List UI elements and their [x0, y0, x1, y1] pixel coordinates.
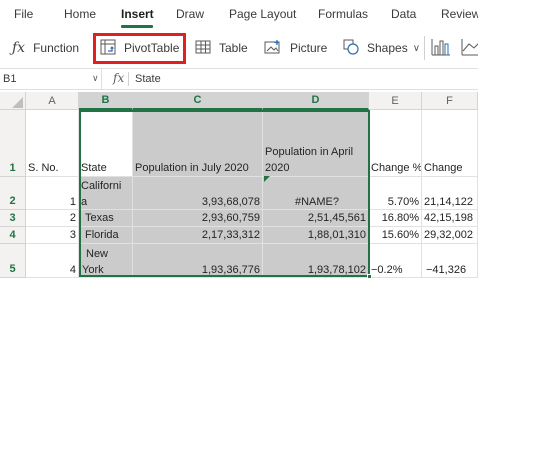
cell-c5[interactable]: 1,93,36,776 [133, 244, 263, 278]
chevron-down-icon: ∨ [412, 42, 421, 54]
fx-icon: ƒx [12, 40, 26, 56]
formula-input[interactable]: State [135, 73, 161, 85]
cell-b5-line-2: York [82, 264, 104, 276]
formula-divider [128, 72, 129, 86]
excel-window: File Home Insert Draw Page Layout Formul… [0, 0, 478, 278]
cell-f1[interactable]: Change [422, 110, 478, 177]
cell-b4[interactable]: Florida [79, 227, 133, 244]
cell-f2[interactable]: 21,14,122 [422, 177, 478, 210]
cell-a2[interactable]: 1 [26, 177, 79, 210]
cell-c3[interactable]: 2,93,60,759 [133, 210, 263, 227]
select-all-corner[interactable] [0, 92, 26, 110]
cell-e1[interactable]: Change % [369, 110, 422, 177]
column-header-f[interactable]: F [422, 92, 478, 110]
tab-draw[interactable]: Draw [176, 7, 204, 21]
line-chart-icon [461, 38, 478, 59]
column-header-d[interactable]: D [263, 92, 369, 110]
picture-icon [264, 39, 282, 58]
cell-e4[interactable]: 15.60% [369, 227, 422, 244]
tab-file[interactable]: File [14, 7, 33, 21]
active-tab-indicator [121, 25, 153, 28]
cell-e5[interactable]: −0.2% [369, 244, 422, 278]
cell-b5[interactable]: New York [79, 244, 133, 278]
picture-label: Picture [290, 41, 328, 55]
shapes-icon [343, 39, 359, 58]
select-all-triangle [12, 97, 23, 108]
cell-d1-line-2: 2020 [265, 162, 290, 174]
cell-a1[interactable]: S. No. [26, 110, 79, 177]
cell-c1[interactable]: Population in July 2020 [133, 110, 263, 177]
spreadsheet-grid[interactable]: A B C D E F 1 2 3 4 5 S. No. State Popul… [0, 92, 478, 278]
insert-ribbon: ƒx Function PivotTable Table Picture Sha… [0, 30, 478, 66]
pivottable-highlight-box [93, 33, 186, 64]
table-icon [195, 39, 211, 58]
column-header-b[interactable]: B [79, 92, 133, 110]
cell-f3[interactable]: 42,15,198 [422, 210, 478, 227]
shapes-label: Shapes [367, 41, 408, 55]
tab-home[interactable]: Home [64, 7, 96, 21]
cell-d4[interactable]: 1,88,01,310 [263, 227, 369, 244]
cell-f4[interactable]: 29,32,002 [422, 227, 478, 244]
cell-c4[interactable]: 2,17,33,312 [133, 227, 263, 244]
tab-formulas[interactable]: Formulas [318, 7, 368, 21]
cell-d3[interactable]: 2,51,45,561 [263, 210, 369, 227]
column-chart-icon [431, 38, 451, 59]
cell-b2-line-1: Californi [81, 180, 122, 192]
column-header-a[interactable]: A [26, 92, 79, 110]
cell-b3[interactable]: Texas [79, 210, 133, 227]
cell-f5[interactable]: −41,326 [422, 244, 478, 278]
cell-b5-line-1: New [86, 248, 109, 260]
column-header-c[interactable]: C [133, 92, 263, 110]
ribbon-divider [424, 36, 425, 60]
fx-icon[interactable]: fx [113, 71, 124, 85]
cell-d1[interactable]: Population in April 2020 [263, 110, 369, 177]
menu-bar: File Home Insert Draw Page Layout Formul… [0, 0, 478, 30]
tab-insert[interactable]: Insert [121, 7, 154, 21]
chevron-down-icon[interactable]: ∨ [92, 73, 99, 84]
column-header-e[interactable]: E [369, 92, 422, 110]
tab-page-layout[interactable]: Page Layout [229, 7, 296, 21]
table-label: Table [219, 41, 248, 55]
cell-a4[interactable]: 3 [26, 227, 79, 244]
row-header-2[interactable]: 2 [0, 177, 26, 210]
name-box[interactable]: B1 [0, 69, 102, 89]
row-header-4[interactable]: 4 [0, 227, 26, 244]
table-button[interactable]: Table [195, 36, 248, 60]
line-chart-button[interactable] [461, 36, 478, 60]
fill-handle[interactable] [367, 274, 372, 278]
tab-data[interactable]: Data [391, 7, 416, 21]
tab-review[interactable]: Review [441, 7, 478, 21]
cell-b2-line-2: a [81, 196, 88, 208]
cell-d2[interactable]: #NAME? [263, 177, 369, 210]
error-indicator-icon[interactable] [264, 176, 270, 182]
function-button[interactable]: ƒx Function [12, 36, 79, 60]
row-header-1[interactable]: 1 [0, 110, 26, 177]
picture-button[interactable]: Picture [264, 36, 327, 60]
column-chart-button[interactable] [431, 36, 451, 60]
cell-e2[interactable]: 5.70% [369, 177, 422, 210]
cell-e3[interactable]: 16.80% [369, 210, 422, 227]
cell-b1[interactable]: State [79, 110, 133, 177]
cell-d1-line-1: Population in April [265, 146, 354, 158]
row-header-5[interactable]: 5 [0, 244, 26, 278]
cell-a3[interactable]: 2 [26, 210, 79, 227]
row-header-3[interactable]: 3 [0, 210, 26, 227]
name-box-value: B1 [3, 73, 17, 85]
cell-c2[interactable]: 3,93,68,078 [133, 177, 263, 210]
function-label: Function [33, 41, 80, 55]
cell-a5[interactable]: 4 [26, 244, 79, 278]
shapes-button[interactable]: Shapes ∨ [343, 36, 420, 60]
cell-b2[interactable]: Californi a [79, 177, 133, 210]
formula-bar: B1 ∨ fx State [0, 68, 478, 90]
cell-d5[interactable]: 1,93,78,102 [263, 244, 369, 278]
